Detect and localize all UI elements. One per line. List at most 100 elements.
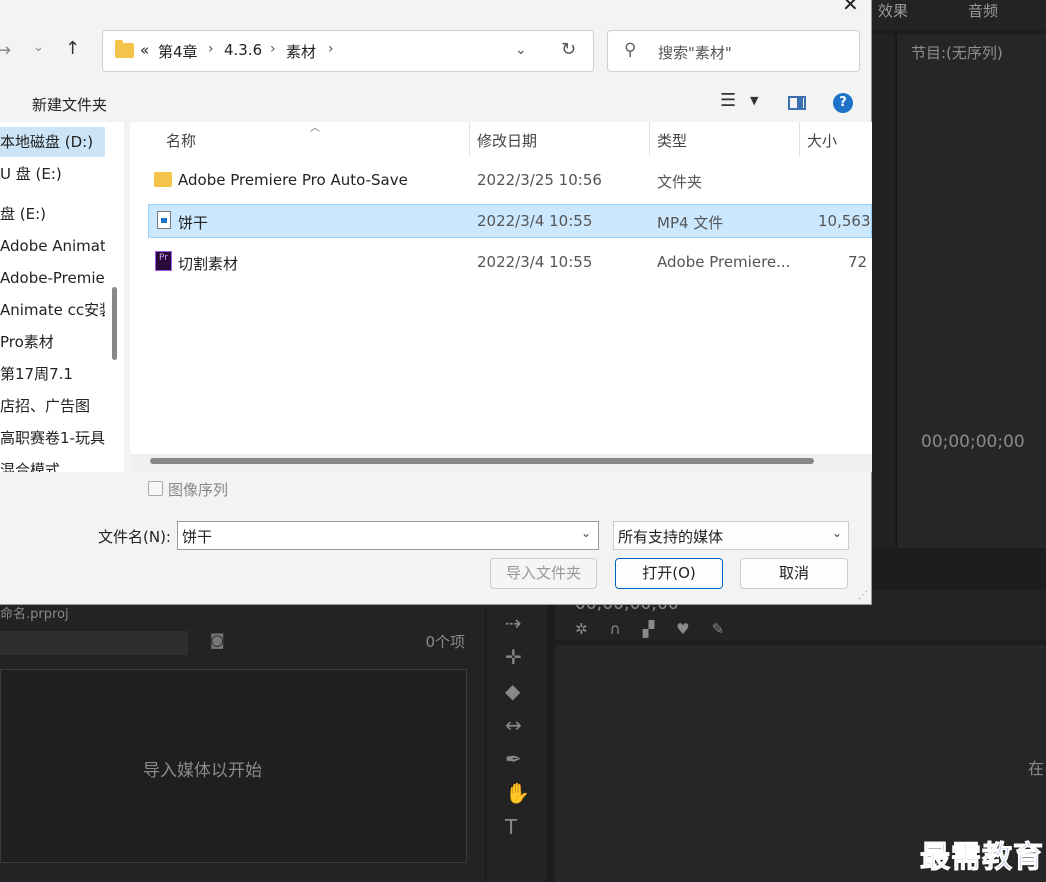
image-sequence-checkbox[interactable] bbox=[148, 481, 163, 496]
breadcrumb-item[interactable]: 第4章 bbox=[158, 41, 198, 62]
program-monitor: 节目:(无序列) 00;00;00;00 bbox=[896, 34, 1046, 548]
nav-item-folder[interactable]: 第17周7.1 bbox=[0, 359, 105, 389]
track-select-icon[interactable]: ⇢ bbox=[505, 611, 522, 635]
close-icon[interactable]: ✕ bbox=[842, 0, 859, 16]
import-folder-button[interactable]: 导入文件夹 bbox=[490, 558, 597, 589]
timeline-tools: ✲ ∩ ▞ ♥ ✎ bbox=[575, 620, 724, 638]
nav-item-drive-d[interactable]: 本地磁盘 (D:) bbox=[0, 127, 105, 157]
view-options-icon[interactable]: ☰ bbox=[720, 90, 736, 111]
chevron-right-icon[interactable]: › bbox=[270, 41, 276, 57]
program-monitor-title[interactable]: 节目:(无序列) bbox=[911, 42, 1003, 63]
project-search-input[interactable] bbox=[0, 631, 188, 655]
horizontal-scrollbar[interactable] bbox=[150, 458, 814, 464]
tab-audio[interactable]: 音频 bbox=[968, 0, 998, 21]
up-arrow-icon[interactable]: ↑ bbox=[65, 38, 80, 59]
new-folder-button[interactable]: 新建文件夹 bbox=[32, 94, 107, 115]
file-size: 72 bbox=[848, 253, 868, 271]
file-row[interactable]: Pr 切割素材 2022/3/4 10:55 Adobe Premiere...… bbox=[148, 246, 872, 280]
filename-input[interactable]: 饼干 bbox=[177, 521, 599, 550]
column-header-modified[interactable]: 修改日期 bbox=[477, 130, 537, 151]
timeline-hint: 在 bbox=[1027, 759, 1044, 778]
search-box[interactable]: ⚲ 搜索"素材" bbox=[607, 30, 860, 72]
dialog-toolbar: 新建文件夹 ☰ ▼ ? bbox=[0, 84, 872, 122]
file-row[interactable]: Adobe Premiere Pro Auto-Save 2022/3/25 1… bbox=[148, 164, 872, 198]
chevron-right-icon[interactable]: › bbox=[328, 41, 334, 57]
nav-item-folder[interactable]: Pro素材 bbox=[0, 327, 105, 357]
column-divider[interactable] bbox=[469, 122, 470, 156]
nav-item-usb-e[interactable]: U 盘 (E:) bbox=[0, 159, 105, 189]
chevron-down-icon[interactable]: ⌄ bbox=[515, 42, 527, 58]
refresh-icon[interactable]: ↻ bbox=[561, 39, 576, 60]
file-modified: 2022/3/4 10:55 bbox=[477, 253, 593, 271]
preview-pane-icon[interactable] bbox=[788, 96, 806, 110]
type-tool-icon[interactable]: T bbox=[505, 815, 517, 839]
file-modified: 2022/3/4 10:55 bbox=[477, 212, 593, 230]
hand-icon[interactable]: ✋ bbox=[505, 781, 530, 805]
camera-icon[interactable]: ◙ bbox=[210, 631, 225, 649]
nav-item-folder[interactable]: Adobe-Premie bbox=[0, 263, 105, 293]
filename-label: 文件名(N): bbox=[98, 528, 171, 546]
nav-item-drive-e[interactable]: 盘 (E:) bbox=[0, 199, 105, 229]
marker-icon[interactable]: ♥ bbox=[676, 620, 689, 638]
program-timecode[interactable]: 00;00;00;00 bbox=[921, 432, 1025, 452]
resize-grip-icon[interactable]: ⋰ bbox=[858, 590, 868, 601]
help-icon[interactable]: ? bbox=[833, 93, 853, 113]
nav-item-folder[interactable]: Adobe Animate bbox=[0, 231, 105, 261]
file-modified: 2022/3/25 10:56 bbox=[477, 171, 602, 189]
watermark-logo: 最需教育 bbox=[920, 840, 1044, 876]
premiere-source-strip bbox=[872, 34, 894, 548]
column-header-type[interactable]: 类型 bbox=[657, 130, 687, 151]
forward-arrow-icon[interactable]: → bbox=[0, 40, 11, 61]
file-type-select[interactable]: 所有支持的媒体 bbox=[613, 521, 849, 550]
linked-selection-icon[interactable]: ▞ bbox=[643, 620, 655, 638]
file-name: 切割素材 bbox=[178, 255, 239, 273]
tab-effects[interactable]: 效果 bbox=[878, 0, 908, 21]
snap-magnet-icon[interactable]: ∩ bbox=[610, 620, 621, 638]
file-name: Adobe Premiere Pro Auto-Save bbox=[178, 171, 408, 189]
pen-icon[interactable]: ✒ bbox=[505, 747, 522, 771]
file-name: 饼干 bbox=[178, 214, 209, 232]
nav-item-folder[interactable]: 店招、广告图 bbox=[0, 391, 105, 421]
project-name: 命名.prproj bbox=[0, 607, 69, 622]
mp4-file-icon bbox=[157, 211, 171, 229]
wrench-icon[interactable]: ✎ bbox=[712, 620, 725, 638]
file-row-selected[interactable]: 饼干 2022/3/4 10:55 MP4 文件 10,563 bbox=[148, 204, 872, 238]
open-button[interactable]: 打开(O) bbox=[615, 558, 723, 589]
chevron-down-icon[interactable]: ⌄ bbox=[832, 526, 842, 540]
navigation-pane: 本地磁盘 (D:) U 盘 (E:) 盘 (E:) Adobe Animate … bbox=[0, 122, 124, 472]
chevron-right-icon[interactable]: › bbox=[208, 41, 214, 57]
import-dialog: ✕ → ⌄ ↑ « 第4章 › 4.3.6 › 素材 › ⌄ ↻ ⚲ 搜索"素材… bbox=[0, 0, 872, 605]
column-divider[interactable] bbox=[649, 122, 650, 156]
file-size: 10,563 bbox=[818, 212, 871, 230]
folder-icon bbox=[154, 172, 172, 187]
premiere-panel-tabs: 效果 音频 bbox=[872, 0, 1046, 30]
razor-icon[interactable]: ◆ bbox=[505, 679, 520, 703]
nav-item-folder[interactable]: 高职赛卷1-玩具 bbox=[0, 423, 105, 453]
sort-ascending-icon: ︿ bbox=[310, 123, 320, 134]
nav-scrollbar[interactable] bbox=[112, 287, 117, 360]
cancel-button[interactable]: 取消 bbox=[740, 558, 848, 589]
project-bin[interactable]: 导入媒体以开始 bbox=[0, 669, 467, 863]
column-header-size[interactable]: 大小 bbox=[807, 130, 837, 151]
column-header-name[interactable]: 名称 bbox=[166, 130, 196, 151]
premiere-toolbar: ⇢ ✛ ◆ ↔ ✒ ✋ T bbox=[487, 605, 547, 882]
search-icon: ⚲ bbox=[624, 40, 637, 60]
caret-down-icon[interactable]: ▼ bbox=[750, 94, 758, 107]
nest-icon[interactable]: ✲ bbox=[575, 620, 588, 638]
file-list: ︿ 名称 修改日期 类型 大小 Adobe Premiere Pro Auto-… bbox=[130, 122, 872, 472]
column-divider[interactable] bbox=[799, 122, 800, 156]
slip-icon[interactable]: ↔ bbox=[505, 713, 522, 737]
search-placeholder: 搜索"素材" bbox=[658, 44, 732, 62]
file-type: MP4 文件 bbox=[657, 214, 724, 232]
image-sequence-label: 图像序列 bbox=[168, 481, 229, 499]
breadcrumb-item[interactable]: 4.3.6 bbox=[224, 41, 262, 59]
chevron-down-icon[interactable]: ⌄ bbox=[581, 526, 591, 540]
breadcrumb-item[interactable]: 素材 bbox=[286, 41, 316, 62]
recent-locations-chevron-icon[interactable]: ⌄ bbox=[33, 40, 44, 55]
nav-item-folder[interactable]: Animate cc安装 bbox=[0, 295, 105, 325]
breadcrumb-overflow[interactable]: « bbox=[140, 41, 149, 59]
folder-icon bbox=[115, 40, 134, 58]
ripple-edit-icon[interactable]: ✛ bbox=[505, 645, 522, 669]
nav-item-folder[interactable]: 混合模式 bbox=[0, 455, 105, 472]
address-bar[interactable]: « 第4章 › 4.3.6 › 素材 › ⌄ ↻ bbox=[102, 30, 594, 72]
